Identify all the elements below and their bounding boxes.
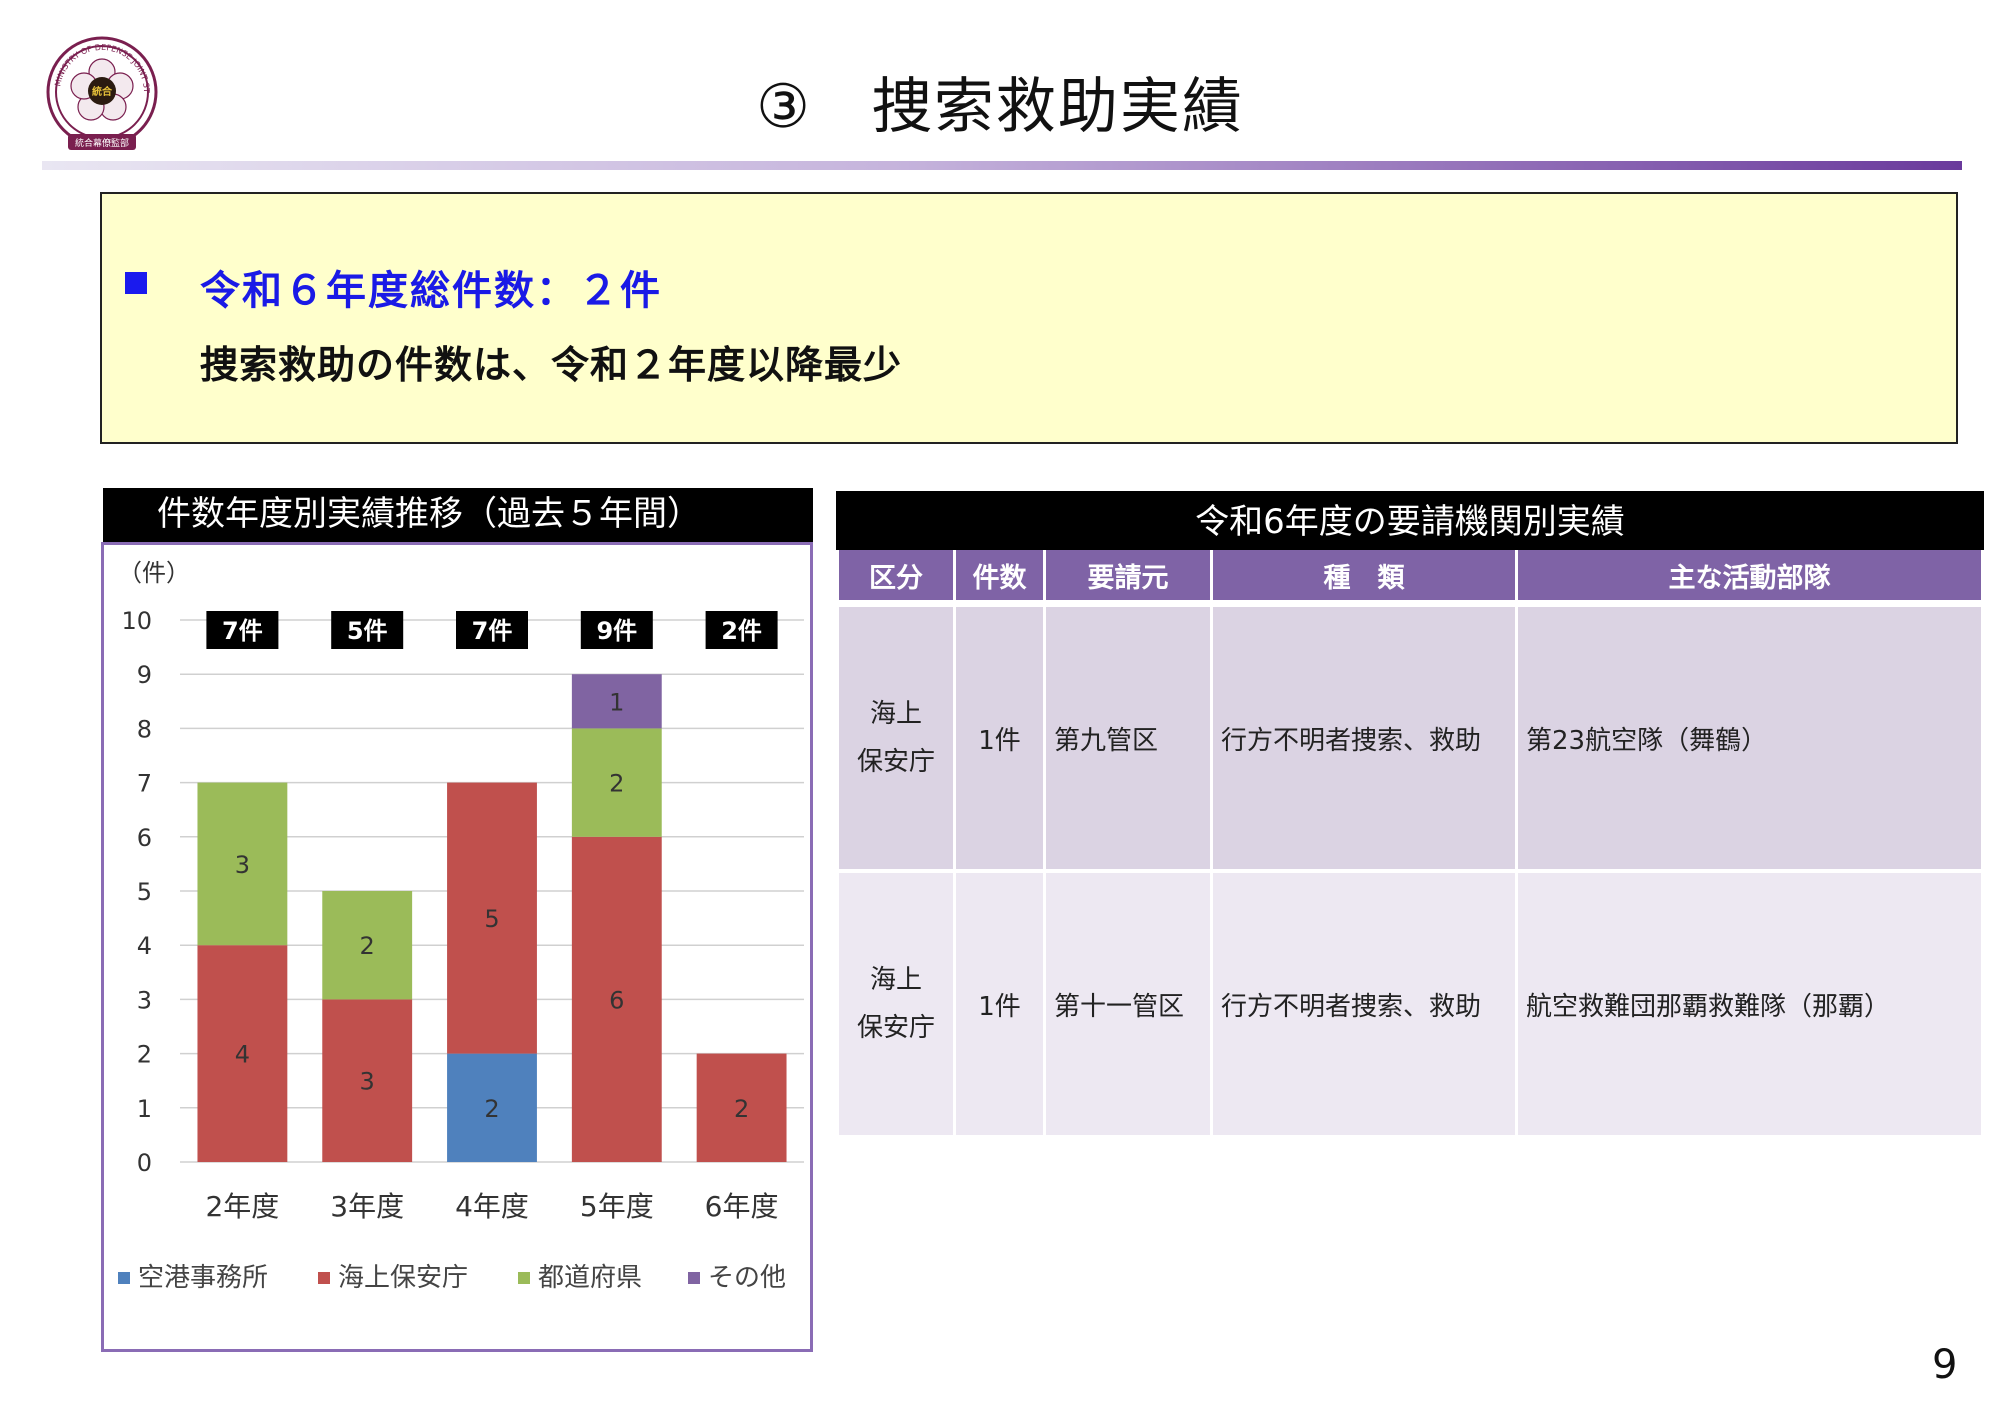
cell-type: 行方不明者捜索、救助 (1213, 607, 1515, 869)
total-badge-label: 5件 (347, 617, 388, 645)
table-title: 令和6年度の要請機関別実績 (836, 491, 1984, 550)
cell-count: 1件 (956, 869, 1043, 1135)
table-row: 海上 保安庁 1件 第九管区 行方不明者捜索、救助 第23航空隊（舞鶴） (839, 607, 1981, 869)
y-tick-label: 8 (137, 715, 152, 743)
y-tick-label: 4 (137, 932, 152, 960)
table-row: 海上 保安庁 1件 第十一管区 行方不明者捜索、救助 航空救難団那覇救難隊（那覇） (839, 869, 1981, 1135)
cell-count: 1件 (956, 607, 1043, 869)
x-category-label: 2年度 (205, 1190, 279, 1223)
legend-label: 空港事務所 (138, 1263, 268, 1293)
y-tick-label: 6 (137, 824, 152, 852)
total-badge-label: 7件 (472, 617, 513, 645)
legend-swatch (118, 1272, 130, 1284)
legend-label: 海上保安庁 (338, 1263, 468, 1293)
total-badge-label: 9件 (596, 617, 637, 645)
y-tick-label: 9 (137, 661, 152, 689)
summary-total: 令和６年度総件数：２件 (200, 268, 662, 314)
x-category-label: 4年度 (455, 1190, 529, 1223)
title-divider (42, 161, 1962, 170)
bar-data-label: 2 (609, 770, 624, 798)
cell-category: 海上 保安庁 (839, 607, 953, 869)
y-tick-label: 2 (137, 1041, 152, 1069)
col-header-type: 種 類 (1213, 550, 1515, 607)
summary-note: 捜索救助の件数は、令和２年度以降最少 (200, 343, 903, 387)
legend-swatch (688, 1272, 700, 1284)
col-header-requester: 要請元 (1046, 550, 1210, 607)
cell-type: 行方不明者捜索、救助 (1213, 869, 1515, 1135)
table-header-row: 区分 件数 要請元 種 類 主な活動部隊 (839, 550, 1981, 607)
page-title: ③ 捜索救助実績 (0, 58, 2000, 145)
bar-data-label: 4 (235, 1041, 250, 1069)
bar-data-label: 2 (360, 932, 375, 960)
bar-data-label: 5 (484, 905, 499, 933)
stacked-bar-chart: （件） 0 1 2 3 4 5 6 7 8 9 10 4 3 2年度 7件 3 2 3年度 5件 2 5 4年度 7件 6 2 1 5… (118, 559, 804, 1293)
y-tick-label: 1 (137, 1095, 152, 1123)
square-bullet-icon (125, 272, 147, 294)
cell-category: 海上 保安庁 (839, 869, 953, 1135)
legend-label: その他 (708, 1263, 786, 1293)
cell-unit: 航空救難団那覇救難隊（那覇） (1518, 869, 1981, 1135)
bar-data-label: 2 (734, 1095, 749, 1123)
bar-data-label: 6 (609, 986, 624, 1014)
legend-swatch (518, 1272, 530, 1284)
y-tick-label: 0 (137, 1149, 152, 1177)
y-tick-label: 7 (137, 770, 152, 798)
col-header-count: 件数 (956, 550, 1043, 607)
y-tick-label: 5 (137, 878, 152, 906)
bar-data-label: 1 (609, 688, 624, 716)
summary-box (100, 192, 1958, 444)
x-category-label: 3年度 (330, 1190, 404, 1223)
page-number: 9 (1932, 1342, 1958, 1388)
legend-label: 都道府県 (538, 1263, 642, 1293)
y-axis-unit-label: （件） (118, 559, 190, 587)
bar-data-label: 3 (235, 851, 250, 879)
chart-panel-header: 件数年度別実績推移（過去５年間） (103, 488, 813, 542)
total-badge-label: 7件 (222, 617, 263, 645)
legend-swatch (318, 1272, 330, 1284)
title-number: ③ (756, 72, 812, 142)
x-category-label: 5年度 (580, 1190, 654, 1223)
bar-data-label: 3 (360, 1068, 375, 1096)
x-category-label: 6年度 (705, 1190, 779, 1223)
y-tick-label: 10 (121, 607, 152, 635)
y-tick-label: 3 (137, 986, 152, 1014)
total-badge-label: 2件 (721, 617, 762, 645)
cell-requester: 第十一管区 (1046, 869, 1210, 1135)
col-header-unit: 主な活動部隊 (1518, 550, 1981, 607)
cell-requester: 第九管区 (1046, 607, 1210, 869)
cell-unit: 第23航空隊（舞鶴） (1518, 607, 1981, 869)
col-header-category: 区分 (839, 550, 953, 607)
bar-data-label: 2 (484, 1095, 499, 1123)
title-text: 捜索救助実績 (871, 72, 1244, 142)
requests-table: 区分 件数 要請元 種 類 主な活動部隊 海上 保安庁 1件 第九管区 行方不明者… (836, 550, 1984, 1135)
